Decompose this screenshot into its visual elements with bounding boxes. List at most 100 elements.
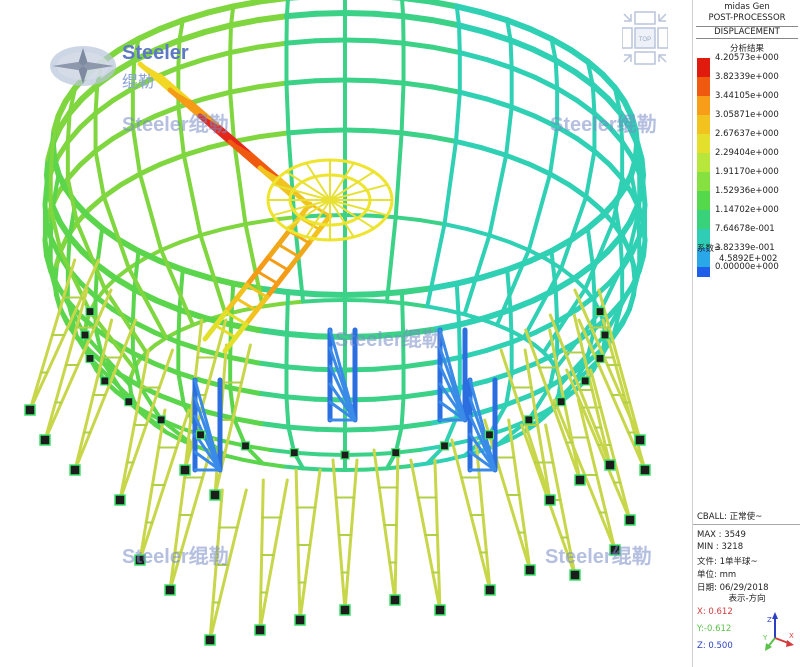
ring-node: [595, 306, 605, 317]
ring-beam: [509, 65, 538, 80]
ring-beam: [456, 314, 489, 328]
top-ring-beam: [398, 285, 433, 296]
legend-value: 1.14702e+000: [715, 205, 779, 215]
file-name: 文件: 1单半球~: [697, 557, 758, 567]
factor-value: 4.5892E+002: [719, 254, 778, 264]
ring-beam: [371, 38, 407, 46]
meridian-member: [400, 0, 406, 19]
result-panel: midas Gen POST-PROCESSOR DISPLACEMENT 分析…: [692, 0, 800, 667]
top-ring-beam: [204, 3, 237, 16]
ring-beam: [591, 148, 613, 168]
legend-swatch: [697, 153, 710, 172]
ring-beam: [181, 145, 211, 158]
view-cube[interactable]: TOP: [622, 10, 668, 72]
ring-node: [289, 448, 299, 458]
ring-node: [85, 353, 95, 364]
support-node: [69, 464, 81, 476]
ring-beam: [176, 29, 208, 44]
support-node: [114, 494, 126, 506]
ring-beam: [137, 161, 164, 177]
meridian-member: [284, 290, 291, 336]
meridian-member: [635, 141, 642, 175]
result-type: DISPLACEMENT: [696, 26, 798, 39]
ring-node: [556, 397, 566, 407]
meridian-member: [495, 248, 531, 327]
meridian-member: [181, 153, 203, 238]
ring-beam: [313, 37, 348, 44]
top-ring-beam: [479, 9, 511, 24]
ring-beam: [371, 394, 407, 402]
meridian-member: [176, 371, 186, 407]
legend-swatch: [697, 191, 710, 210]
ring-beam: [342, 426, 376, 433]
support-node: [639, 464, 651, 476]
ring-node: [156, 415, 166, 425]
legend-swatch: [697, 134, 710, 153]
support-node: [524, 564, 536, 576]
ring-node: [124, 397, 134, 407]
ring-beam: [283, 38, 319, 46]
ring-node: [240, 441, 251, 451]
meridian-member: [65, 111, 72, 144]
ring-beam: [227, 16, 262, 29]
ring-beam: [566, 182, 589, 200]
ring-beam: [231, 416, 264, 427]
meridian-member: [228, 4, 236, 28]
model-viewport[interactable]: Steeler 绲勒 Steeler绲勒 Steeler绲勒 Steeler绲勒…: [0, 0, 692, 667]
ring-beam: [118, 171, 143, 188]
meridian-member: [553, 58, 560, 91]
ring-node: [524, 415, 534, 425]
ring-beam: [495, 322, 514, 334]
ring-node: [340, 450, 350, 460]
meridian-member: [130, 287, 137, 324]
meridian-member: [48, 141, 55, 175]
ring-beam: [86, 194, 107, 212]
support-node: [434, 604, 446, 616]
ring-beam: [283, 78, 319, 86]
ring-beam: [401, 360, 435, 370]
support-node: [574, 474, 586, 486]
ring-beam: [399, 130, 432, 139]
legend-swatch: [697, 210, 710, 229]
meridian-member: [176, 307, 182, 345]
ring-beam: [429, 84, 463, 95]
support-node: [209, 489, 221, 501]
meridian-member: [384, 215, 398, 304]
ring-beam: [401, 40, 435, 50]
ring-beam: [370, 424, 405, 432]
watermark-text: Steeler绲勒: [550, 114, 657, 136]
ring-beam: [201, 50, 233, 62]
ring-node: [100, 376, 110, 386]
ring-beam: [77, 148, 99, 168]
ring-beam: [532, 74, 560, 91]
ring-beam: [101, 182, 124, 200]
ring-beam: [370, 128, 405, 136]
meridian-member: [228, 23, 233, 55]
ring-beam: [456, 22, 489, 36]
legend-value: 3.82339e-001: [715, 243, 775, 253]
top-ring-beam: [479, 266, 511, 281]
ring-beam: [479, 145, 509, 158]
ring-beam: [444, 308, 467, 317]
top-ring-beam: [504, 257, 534, 273]
support-node: [604, 459, 616, 471]
top-ring-beam: [156, 257, 186, 273]
top-ring-beam: [179, 266, 211, 281]
ring-beam: [364, 298, 389, 304]
top-ring-beam: [156, 17, 186, 33]
ring-beam: [152, 297, 183, 313]
ring-beam: [426, 133, 459, 144]
ring-node: [600, 330, 610, 340]
ring-beam: [574, 135, 597, 154]
ring-beam: [255, 80, 289, 90]
legend-swatch: [697, 96, 710, 115]
ring-beam: [260, 461, 285, 469]
support-node: [339, 604, 351, 616]
top-ring-beam: [230, 0, 264, 10]
ring-beam: [552, 57, 579, 76]
top-ring-beam: [204, 274, 237, 287]
ring-beam: [442, 222, 470, 232]
walkway-member: [265, 242, 281, 261]
meridian-member: [457, 322, 462, 360]
ring-beam: [227, 84, 261, 95]
